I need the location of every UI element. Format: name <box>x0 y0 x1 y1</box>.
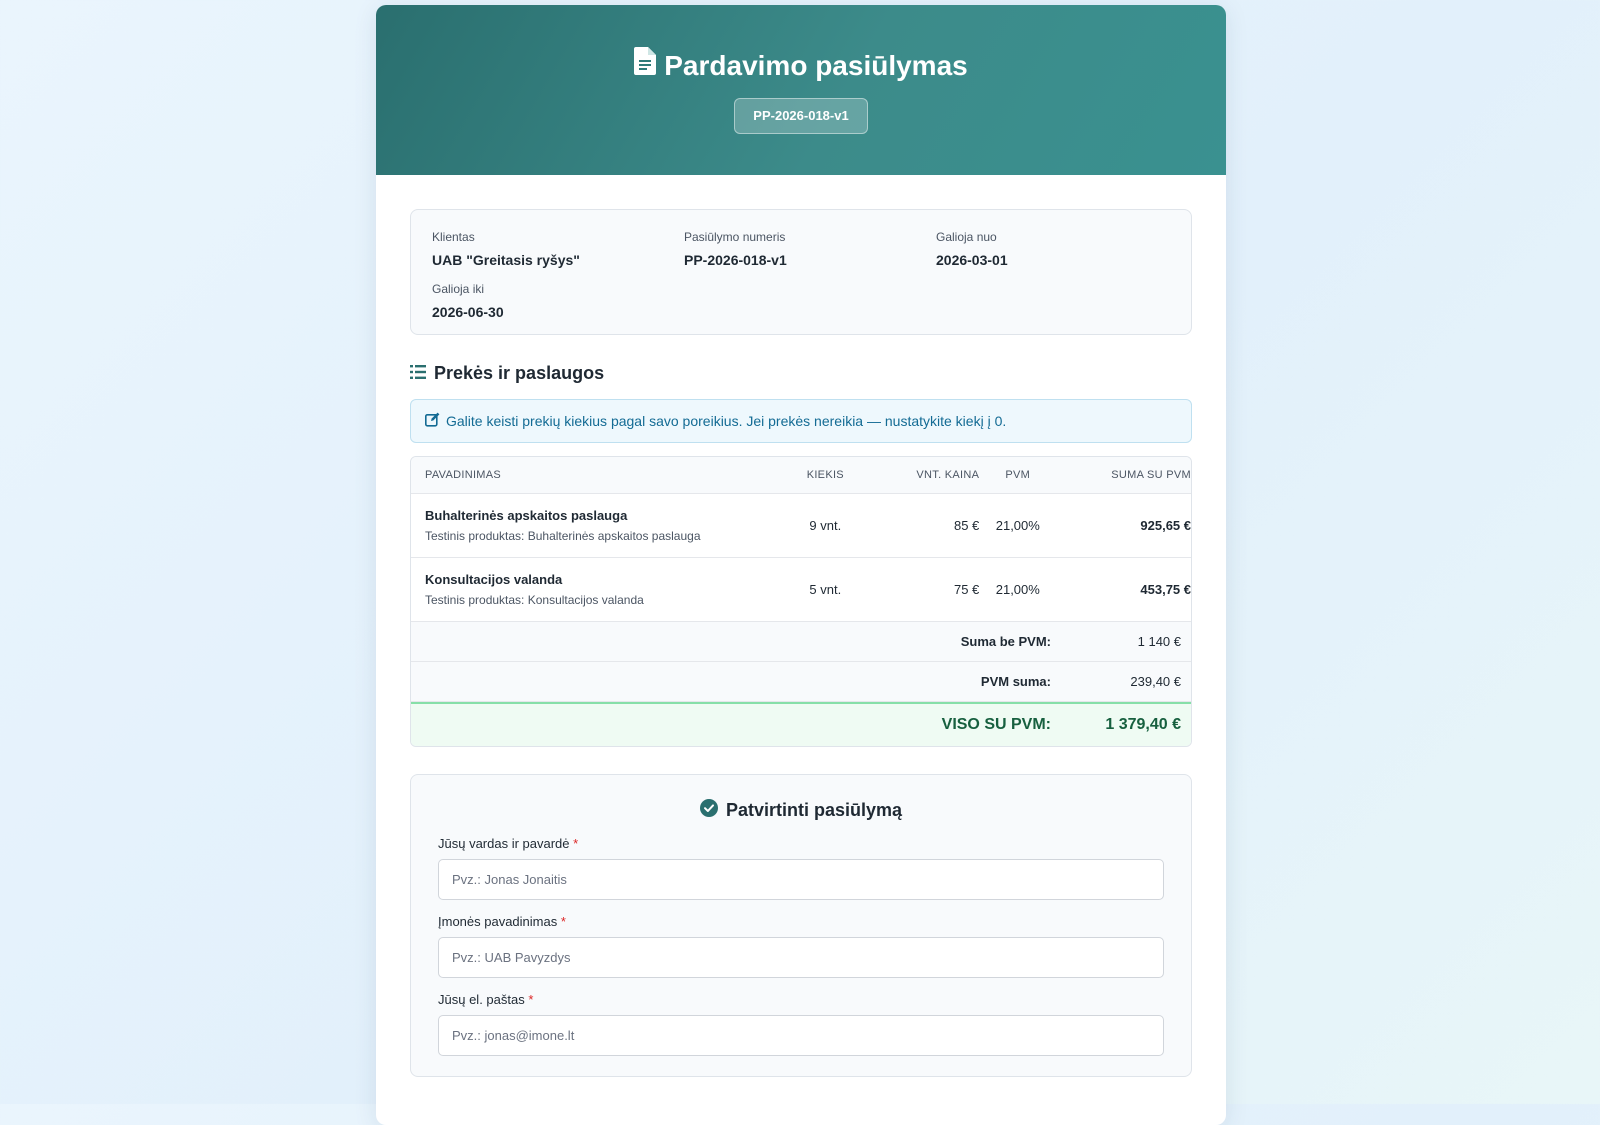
vat-value: 239,40 € <box>1130 674 1181 689</box>
table-row: Konsultacijos valanda Testinis produktas… <box>411 558 1191 622</box>
label-text: Įmonės pavadinimas <box>438 914 558 929</box>
required-marker: * <box>528 992 534 1007</box>
info-value: UAB "Greitasis ryšys" <box>432 252 580 268</box>
offer-info-box: Klientas UAB "Greitasis ryšys" Pasiūlymo… <box>410 209 1192 335</box>
quantity-note-text: Galite keisti prekių kiekius pagal savo … <box>446 413 1007 429</box>
total-row: VISO SU PVM: 1 379,40 € <box>411 702 1191 746</box>
column-header-price: VNT. KAINA <box>916 469 980 481</box>
info-offer-number: Pasiūlymo numeris PP-2026-018-v1 <box>684 230 936 268</box>
offer-card: Pardavimo pasiūlymas PP-2026-018-v1 Klie… <box>376 5 1226 1125</box>
document-icon <box>634 47 657 84</box>
subtotal-label: Suma be PVM: <box>960 634 1051 649</box>
total-label: VISO SU PVM: <box>941 716 1051 733</box>
items-section-title: Prekės ir paslaugos <box>410 363 1192 384</box>
offer-number-badge: PP-2026-018-v1 <box>734 98 868 134</box>
confirm-title-text: Patvirtinti pasiūlymą <box>725 800 903 820</box>
item-name-cell: Buhalterinės apskaitos paslauga Testinis… <box>411 508 777 543</box>
info-label: Galioja nuo <box>936 230 997 244</box>
item-vat: 21,00% <box>995 582 1040 597</box>
item-unit-price: 85 € <box>953 518 980 533</box>
list-icon <box>410 363 426 384</box>
label-text: Jūsų el. paštas <box>438 992 525 1007</box>
edit-icon <box>425 412 440 430</box>
name-input[interactable] <box>438 859 1164 900</box>
total-value: 1 379,40 € <box>1105 716 1181 733</box>
info-valid-from: Galioja nuo 2026-03-01 <box>936 230 1188 268</box>
item-quantity: 9 vnt. <box>809 518 842 533</box>
label-text: Jūsų vardas ir pavardė <box>438 836 570 851</box>
confirm-form: Patvirtinti pasiūlymą Jūsų vardas ir pav… <box>410 774 1192 1077</box>
confirm-title: Patvirtinti pasiūlymą <box>438 799 1164 822</box>
info-label: Pasiūlymo numeris <box>684 230 786 244</box>
page-title-row: Pardavimo pasiūlymas <box>376 5 1226 84</box>
table-header: PAVADINIMAS KIEKIS VNT. KAINA PVM SUMA S… <box>411 457 1191 494</box>
item-description: Testinis produktas: Buhalterinės apskait… <box>425 529 701 543</box>
item-vat: 21,00% <box>995 518 1040 533</box>
vat-row: PVM suma: 239,40 € <box>411 662 1191 702</box>
column-header-name: PAVADINIMAS <box>425 469 502 481</box>
item-quantity: 5 vnt. <box>809 582 842 597</box>
items-section-title-text: Prekės ir paslaugos <box>434 363 605 383</box>
check-circle-icon <box>699 799 718 822</box>
info-value: 2026-03-01 <box>936 252 1008 268</box>
column-header-vat: PVM <box>1005 469 1031 481</box>
info-value: PP-2026-018-v1 <box>684 252 787 268</box>
quantity-note: Galite keisti prekių kiekius pagal savo … <box>410 399 1192 443</box>
info-valid-until: Galioja iki 2026-06-30 <box>432 282 684 320</box>
item-name: Buhalterinės apskaitos paslauga <box>425 508 628 523</box>
required-marker: * <box>560 914 566 929</box>
offer-header: Pardavimo pasiūlymas PP-2026-018-v1 <box>376 5 1226 175</box>
info-label: Galioja iki <box>432 282 485 296</box>
item-sum: 925,65 € <box>1140 518 1191 533</box>
subtotal-value: 1 140 € <box>1137 634 1181 649</box>
email-input[interactable] <box>438 1015 1164 1056</box>
company-input[interactable] <box>438 937 1164 978</box>
info-label: Klientas <box>432 230 475 244</box>
offer-content: Klientas UAB "Greitasis ryšys" Pasiūlymo… <box>376 175 1226 1077</box>
column-header-sum: SUMA SU PVM <box>1111 469 1191 481</box>
subtotal-row: Suma be PVM: 1 140 € <box>411 622 1191 662</box>
items-table: PAVADINIMAS KIEKIS VNT. KAINA PVM SUMA S… <box>410 456 1192 747</box>
item-name: Konsultacijos valanda <box>425 572 563 587</box>
info-client: Klientas UAB "Greitasis ryšys" <box>432 230 684 268</box>
vat-label: PVM suma: <box>980 674 1051 689</box>
name-field-label: Jūsų vardas ir pavardė * <box>438 836 1164 851</box>
info-value: 2026-06-30 <box>432 304 504 320</box>
email-field-label: Jūsų el. paštas * <box>438 992 1164 1007</box>
required-marker: * <box>573 836 579 851</box>
column-header-qty: KIEKIS <box>806 469 844 481</box>
item-sum: 453,75 € <box>1140 582 1191 597</box>
item-unit-price: 75 € <box>953 582 980 597</box>
page-title: Pardavimo pasiūlymas <box>664 49 968 81</box>
table-row: Buhalterinės apskaitos paslauga Testinis… <box>411 494 1191 558</box>
company-field-label: Įmonės pavadinimas * <box>438 914 1164 929</box>
item-name-cell: Konsultacijos valanda Testinis produktas… <box>411 572 777 607</box>
item-description: Testinis produktas: Konsultacijos valand… <box>425 593 644 607</box>
